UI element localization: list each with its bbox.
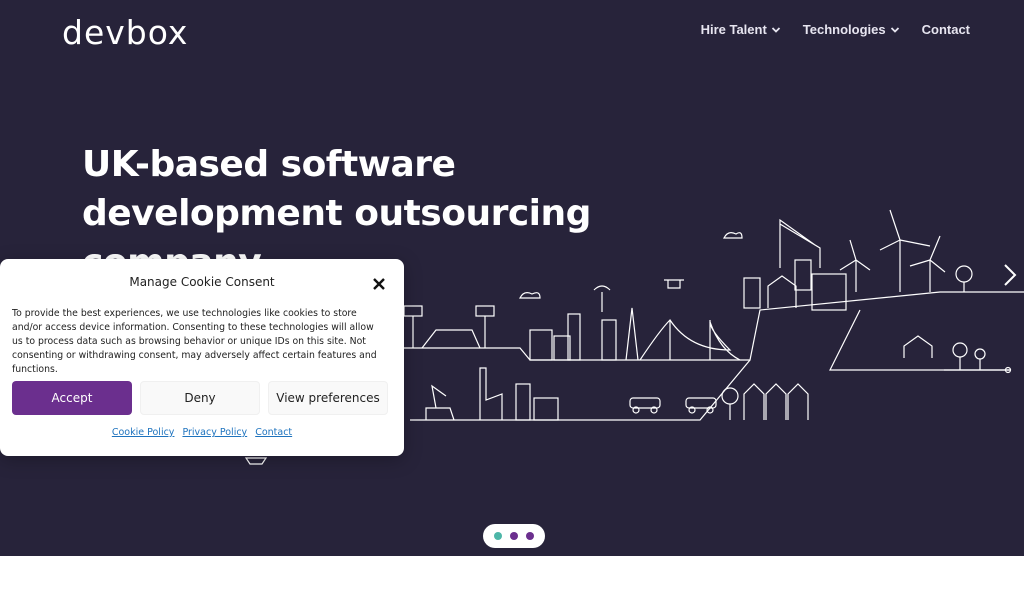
chevron-right-icon[interactable] [1000,262,1020,288]
cookie-dialog-title: Manage Cookie Consent [129,275,275,289]
slider-dot-3[interactable] [526,532,534,540]
cookie-policy-link[interactable]: Cookie Policy [112,427,175,438]
nav-technologies-label: Technologies [802,22,886,37]
view-preferences-button[interactable]: View preferences [268,381,388,415]
nav-technologies[interactable]: Technologies [803,22,900,37]
close-icon[interactable] [372,277,386,291]
cookie-dialog-text: To provide the best experiences, we use … [12,308,377,375]
nav-hire-talent-label: Hire Talent [700,22,767,37]
deny-button[interactable]: Deny [140,381,260,415]
slider-dot-2[interactable] [510,532,518,540]
slider-dot-1[interactable] [494,532,502,540]
nav-hire-talent[interactable]: Hire Talent [701,22,781,37]
chevron-down-icon [890,26,899,33]
contact-link[interactable]: Contact [255,427,292,438]
accept-button[interactable]: Accept [12,381,132,415]
slider-pagination [483,524,545,548]
cookie-consent-dialog: Manage Cookie Consent To provide the bes… [0,259,404,456]
nav-contact[interactable]: Contact [922,22,970,37]
cookie-links: Cookie Policy Privacy Policy Contact [0,427,404,438]
chevron-down-icon [771,26,780,33]
privacy-policy-link[interactable]: Privacy Policy [182,427,247,438]
main-nav: Hire Talent Technologies Contact [701,22,970,37]
nav-contact-label: Contact [921,22,970,37]
logo[interactable]: devbox [62,13,188,53]
